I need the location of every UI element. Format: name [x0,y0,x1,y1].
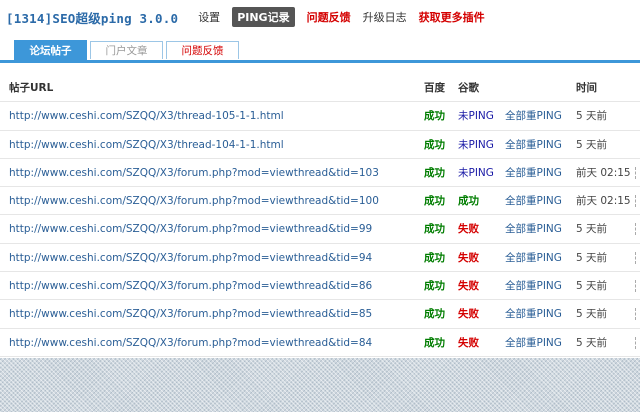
baidu-status: 成功 [424,280,445,293]
post-url-link[interactable]: http://www.ceshi.com/SZQQ/X3/forum.php?m… [9,187,379,215]
top-nav: 设置 PING记录 问题反馈 升级日志 获取更多插件 [198,7,485,27]
reping-all-link[interactable]: 全部重PING [505,272,562,300]
reping-all-link[interactable]: 全部重PING [505,244,562,272]
google-status: 未PING [458,166,494,179]
reping-all-link[interactable]: 全部重PING [505,187,562,215]
reping-all-link[interactable]: 全部重PING [505,329,562,357]
table-row: http://www.ceshi.com/SZQQ/X3/forum.php?m… [0,159,640,188]
ping-time: 5 天前 [576,223,608,236]
nav-ping-records[interactable]: PING记录 [232,7,295,27]
google-status: 失败 [458,336,479,349]
nav-settings[interactable]: 设置 [198,9,220,25]
ping-time: 前天 02:15 [576,166,631,179]
table-row: http://www.ceshi.com/SZQQ/X3/forum.php?m… [0,244,640,273]
tab-portal-articles[interactable]: 门户文章 [90,41,163,59]
google-status: 失败 [458,223,479,236]
baidu-status: 成功 [424,110,445,123]
google-status: 失败 [458,308,479,321]
divider-mark [635,223,639,236]
nav-feedback[interactable]: 问题反馈 [307,9,351,25]
google-status: 未PING [458,138,494,151]
baidu-status: 成功 [424,166,445,179]
divider-mark [635,308,639,321]
app-title: [1314]SEO超级ping 3.0.0 [6,10,179,26]
ping-time: 5 天前 [576,251,608,264]
col-time-header: 时间 [576,82,597,94]
divider-mark [635,166,639,179]
post-url-link[interactable]: http://www.ceshi.com/SZQQ/X3/forum.php?m… [9,300,372,328]
divider-mark [635,280,639,293]
baidu-status: 成功 [424,336,445,349]
ping-time: 5 天前 [576,110,608,123]
header-bar: [1314]SEO超级ping 3.0.0 设置 PING记录 问题反馈 升级日… [0,0,640,34]
table-row: http://www.ceshi.com/SZQQ/X3/thread-104-… [0,131,640,159]
reping-all-link[interactable]: 全部重PING [505,102,562,130]
post-url-link[interactable]: http://www.ceshi.com/SZQQ/X3/forum.php?m… [9,244,372,272]
nav-more-plugins[interactable]: 获取更多插件 [419,9,485,25]
col-google-header: 谷歌 [458,82,479,94]
table-row: http://www.ceshi.com/SZQQ/X3/forum.php?m… [0,300,640,329]
tab-bar: 论坛帖子 门户文章 问题反馈 [0,40,640,63]
baidu-status: 成功 [424,138,445,151]
table-row: http://www.ceshi.com/SZQQ/X3/thread-105-… [0,102,640,131]
google-status: 失败 [458,251,479,264]
reping-all-link[interactable]: 全部重PING [505,159,562,187]
divider-mark [635,195,639,208]
ping-time: 前天 02:15 [576,195,631,208]
col-baidu-header: 百度 [424,82,445,94]
divider-mark [635,336,639,349]
google-status: 成功 [458,195,479,208]
baidu-status: 成功 [424,308,445,321]
tab-feedback[interactable]: 问题反馈 [166,41,239,59]
google-status: 失败 [458,280,479,293]
post-url-link[interactable]: http://www.ceshi.com/SZQQ/X3/forum.php?m… [9,159,379,187]
post-url-link[interactable]: http://www.ceshi.com/SZQQ/X3/forum.php?m… [9,329,372,357]
ping-time: 5 天前 [576,336,608,349]
col-url-header: 帖子URL [9,82,54,94]
table-header: 帖子URL 百度 谷歌 时间 [0,74,640,103]
ping-time: 5 天前 [576,280,608,293]
post-url-link[interactable]: http://www.ceshi.com/SZQQ/X3/forum.php?m… [9,215,372,243]
reping-all-link[interactable]: 全部重PING [505,300,562,328]
table-row: http://www.ceshi.com/SZQQ/X3/forum.php?m… [0,187,640,216]
table-row: http://www.ceshi.com/SZQQ/X3/forum.php?m… [0,272,640,301]
tab-forum-posts[interactable]: 论坛帖子 [14,40,87,60]
reping-all-link[interactable]: 全部重PING [505,215,562,243]
table-row: http://www.ceshi.com/SZQQ/X3/forum.php?m… [0,215,640,244]
baidu-status: 成功 [424,223,445,236]
ping-time: 5 天前 [576,308,608,321]
post-url-link[interactable]: http://www.ceshi.com/SZQQ/X3/forum.php?m… [9,272,372,300]
reping-all-link[interactable]: 全部重PING [505,131,562,159]
post-url-link[interactable]: http://www.ceshi.com/SZQQ/X3/thread-105-… [9,102,284,130]
baidu-status: 成功 [424,195,445,208]
obscured-overlay [0,358,640,412]
table-row: http://www.ceshi.com/SZQQ/X3/forum.php?m… [0,329,640,357]
baidu-status: 成功 [424,251,445,264]
divider-mark [635,251,639,264]
google-status: 未PING [458,110,494,123]
records-table: 帖子URL 百度 谷歌 时间 http://www.ceshi.com/SZQQ… [0,74,640,357]
post-url-link[interactable]: http://www.ceshi.com/SZQQ/X3/thread-104-… [9,131,284,159]
ping-time: 5 天前 [576,138,608,151]
nav-changelog[interactable]: 升级日志 [363,9,407,25]
